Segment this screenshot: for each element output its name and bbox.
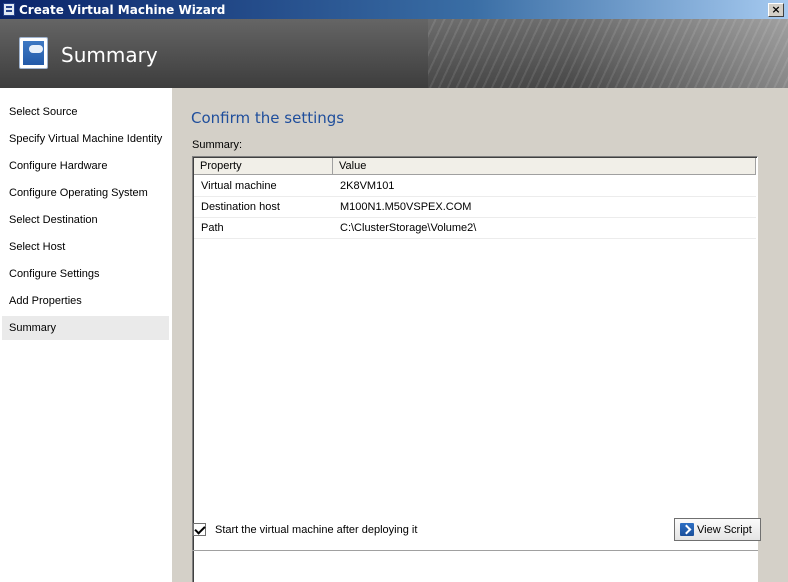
section-heading: Confirm the settings xyxy=(191,109,345,127)
row-property: Path xyxy=(201,222,224,234)
close-button[interactable]: × xyxy=(768,3,784,17)
sidebar-item-summary[interactable]: Summary xyxy=(2,316,169,340)
window-app-icon xyxy=(3,3,15,16)
sidebar-item-select-source[interactable]: Select Source xyxy=(2,100,169,124)
table-row[interactable]: Virtual machine 2K8VM101 xyxy=(194,176,756,197)
row-property: Destination host xyxy=(201,201,280,213)
sidebar-item-add-properties[interactable]: Add Properties xyxy=(2,289,169,313)
row-value: 2K8VM101 xyxy=(340,180,395,192)
table-row[interactable]: Destination host M100N1.M50VSPEX.COM xyxy=(194,197,756,218)
view-script-label: View Script xyxy=(697,523,752,536)
sidebar-item-configure-os[interactable]: Configure Operating System xyxy=(2,181,169,205)
wizard-summary-icon xyxy=(19,37,48,69)
wizard-banner: Summary xyxy=(0,19,788,88)
start-vm-option[interactable]: Start the virtual machine after deployin… xyxy=(193,523,417,536)
script-icon xyxy=(680,523,694,536)
divider xyxy=(192,550,758,551)
wizard-steps-sidebar: Select Source Specify Virtual Machine Id… xyxy=(0,88,172,582)
column-header-property[interactable]: Property xyxy=(194,158,333,175)
sidebar-item-configure-settings[interactable]: Configure Settings xyxy=(2,262,169,286)
table-row[interactable]: Path C:\ClusterStorage\Volume2\ xyxy=(194,218,756,239)
main-panel: Confirm the settings Summary: Property V… xyxy=(172,88,788,582)
sidebar-item-select-destination[interactable]: Select Destination xyxy=(2,208,169,232)
sidebar-item-specify-identity[interactable]: Specify Virtual Machine Identity xyxy=(2,127,169,151)
row-value: M100N1.M50VSPEX.COM xyxy=(340,201,472,213)
row-property: Virtual machine xyxy=(201,180,277,192)
sidebar-item-select-host[interactable]: Select Host xyxy=(2,235,169,259)
sidebar-item-configure-hardware[interactable]: Configure Hardware xyxy=(2,154,169,178)
table-header: Property Value xyxy=(194,158,756,175)
summary-label: Summary: xyxy=(192,139,243,151)
window-title: Create Virtual Machine Wizard xyxy=(19,2,226,17)
start-vm-label[interactable]: Start the virtual machine after deployin… xyxy=(215,524,417,536)
view-script-button[interactable]: View Script xyxy=(674,518,761,541)
page-title: Summary xyxy=(61,43,158,67)
start-vm-checkbox[interactable] xyxy=(193,523,206,536)
column-header-value[interactable]: Value xyxy=(333,158,756,175)
row-value: C:\ClusterStorage\Volume2\ xyxy=(340,222,477,234)
title-bar: Create Virtual Machine Wizard × xyxy=(0,0,788,19)
